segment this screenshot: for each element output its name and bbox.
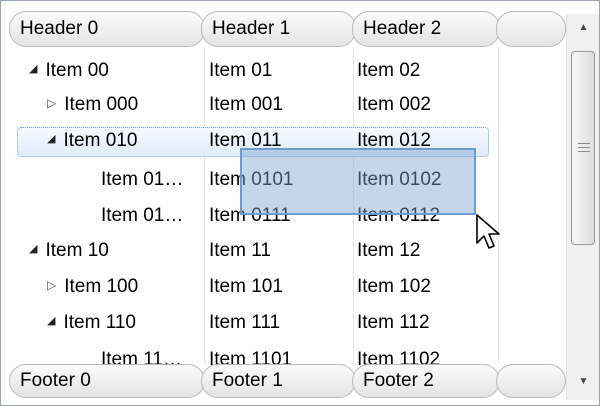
column-footer-2: Footer 2 [352, 364, 500, 398]
column-footer-0: Footer 0 [9, 364, 205, 398]
column-header-1[interactable]: Header 1 [201, 11, 356, 47]
tree-item-cell[interactable]: Item 01… [101, 198, 191, 234]
column-divider [498, 47, 499, 364]
column-divider [204, 47, 205, 364]
thumb-grip [578, 151, 590, 152]
vertical-scrollbar[interactable]: ▲ ▼ [566, 14, 599, 400]
tree-item-label: Item 100 [64, 276, 139, 298]
expand-triangle-icon[interactable]: ◢ [29, 233, 37, 267]
tree-item-cell[interactable]: ◢ Item 110 [47, 305, 191, 341]
tree-item-label: Item 000 [64, 94, 139, 116]
tree-item-cell[interactable]: ▷ Item 100 [47, 269, 191, 305]
expand-triangle-icon[interactable]: ◢ [29, 53, 37, 87]
tree-item-label: Item 00 [45, 60, 109, 82]
tree-item-label: Item 01… [101, 169, 184, 190]
scrollbar-thumb[interactable] [571, 51, 595, 245]
tree-item-cell[interactable]: ◢ Item 00 [29, 53, 191, 89]
scroll-up-arrow-icon[interactable]: ▲ [567, 22, 599, 33]
drag-selection-rectangle [240, 148, 476, 215]
column-footer-3 [496, 364, 566, 398]
expand-triangle-icon[interactable]: ◢ [47, 305, 55, 339]
tree-item-label: Item 10 [45, 240, 109, 262]
tree-item-cell[interactable]: ◢ Item 10 [29, 233, 191, 269]
tree-item-cell[interactable]: ◢ Item 010 [47, 123, 191, 159]
tree-item-label: Item 010 [63, 130, 138, 152]
thumb-grip [578, 143, 590, 144]
thumb-grip [578, 147, 590, 148]
column-header-2[interactable]: Header 2 [352, 11, 500, 47]
scroll-down-arrow-icon[interactable]: ▼ [567, 376, 599, 387]
column-1-cell: Item 101 [209, 276, 283, 297]
column-1-cell: Item 01 [209, 60, 273, 81]
column-1-cell: Item 11 [209, 240, 271, 261]
column-1-cell: Item 001 [209, 94, 283, 115]
column-2-cell: Item 112 [357, 312, 430, 333]
column-2-cell: Item 02 [357, 60, 421, 81]
column-header-3[interactable] [496, 11, 566, 47]
column-header-0[interactable]: Header 0 [9, 11, 205, 47]
column-2-cell: Item 12 [357, 240, 421, 261]
tree-item-cell[interactable]: Item 01… [101, 162, 191, 198]
expand-triangle-icon[interactable]: ◢ [47, 123, 55, 157]
tree-item-label: Item 01… [101, 205, 184, 226]
column-2-cell: Item 002 [357, 94, 431, 115]
column-1-cell: Item 111 [209, 312, 281, 333]
collapse-triangle-icon[interactable]: ▷ [47, 87, 56, 121]
tree-list-view: Header 0 Header 1 Header 2 ◢ Item 00 Item … [0, 0, 600, 406]
column-2-cell: Item 102 [357, 276, 431, 297]
tree-item-label: Item 110 [63, 312, 136, 334]
collapse-triangle-icon[interactable]: ▷ [47, 269, 56, 303]
mouse-pointer-icon [476, 214, 500, 249]
tree-item-cell[interactable]: ▷ Item 000 [47, 87, 191, 123]
column-footer-1: Footer 1 [201, 364, 356, 398]
